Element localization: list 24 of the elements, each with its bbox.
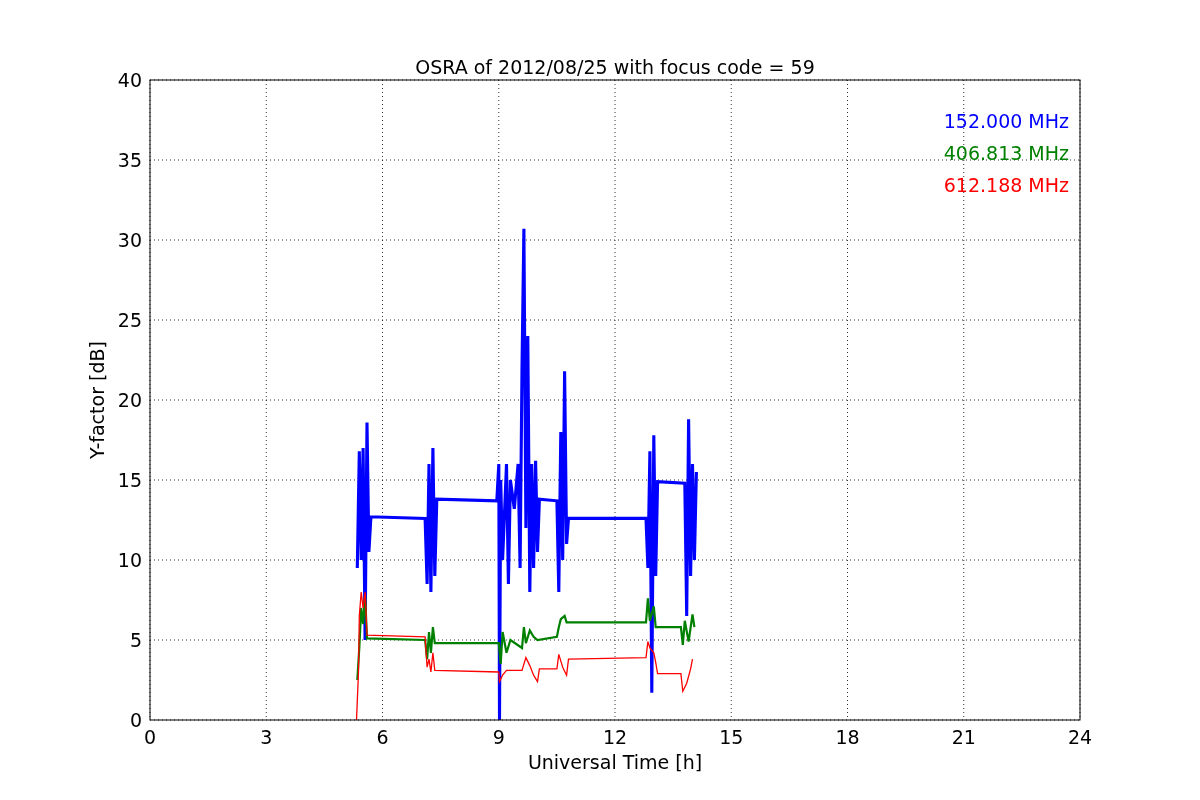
y-tick-label: 35 [117,149,142,171]
x-axis-label: Universal Time [h] [527,751,703,773]
x-tick-label: 24 [1067,726,1093,748]
x-tick-label: 9 [492,726,505,748]
y-tick-label: 40 [117,69,142,91]
y-tick-label: 25 [117,309,142,331]
x-tick-label: 15 [719,726,744,748]
y-tick-label: 0 [129,709,142,731]
chart-title: OSRA of 2012/08/25 with focus code = 59 [415,56,815,78]
x-tick-label: 21 [951,726,976,748]
y-tick-label: 15 [117,469,142,491]
y-tick-label: 10 [117,549,142,571]
legend-label: 152.000 MHz [943,110,1069,132]
legend-label: 612.188 MHz [943,174,1069,196]
x-tick-label: 0 [143,726,157,748]
legend-label: 406.813 MHz [943,142,1069,164]
x-tick-label: 6 [376,726,389,748]
y-tick-label: 30 [117,229,142,251]
x-tick-label: 3 [260,726,273,748]
y-axis-label: Y-factor [dB] [86,341,108,459]
y-tick-label: 20 [117,389,142,411]
x-tick-label: 18 [835,726,860,748]
x-tick-label: 12 [602,726,628,748]
y-tick-label: 5 [129,629,142,651]
